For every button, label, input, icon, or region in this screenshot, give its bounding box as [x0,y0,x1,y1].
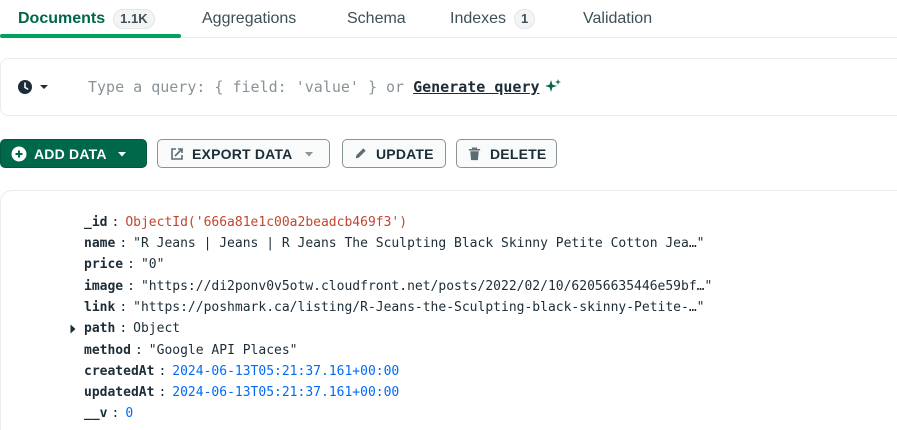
tab-aggregations-label: Aggregations [202,10,297,27]
query-placeholder: Type a query: { field: 'value' } or [88,78,405,96]
query-bar: Type a query: { field: 'value' } or Gene… [0,58,897,116]
delete-label: DELETE [490,145,547,162]
documents-count-badge: 1.1K [113,9,155,29]
field-key: _id [84,214,108,230]
document-field-id: _id: ObjectId('666a81e1c00a2beadcb469f3'… [84,214,408,230]
field-value: ObjectId('666a81e1c00a2beadcb469f3') [125,214,408,230]
chevron-down-icon [117,150,127,158]
field-key: path [84,320,116,336]
field-value: Object [133,320,181,336]
tab-documents[interactable]: Documents 1.1K [18,0,155,38]
add-data-label: ADD DATA [34,145,107,162]
field-value: "Google API Places" [148,342,298,358]
tab-indexes[interactable]: Indexes 1 [450,0,536,38]
query-history-button[interactable] [17,75,49,99]
field-key: __v [84,405,108,421]
document-field-image: image: "https://di2ponv0v5otw.cloudfront… [84,278,713,294]
field-key: price [84,256,124,272]
field-key: method [84,342,131,358]
update-button[interactable]: UPDATE [342,139,446,168]
document-field-name: name: "R Jeans | Jeans | R Jeans The Scu… [84,235,705,251]
plus-circle-icon [11,146,27,162]
tab-schema-label: Schema [347,10,406,27]
tab-indexes-label: Indexes [450,10,507,27]
generate-query-link[interactable]: Generate query [413,78,539,96]
trash-icon [467,146,482,162]
field-value: "https://di2ponv0v5otw.cloudfront.net/po… [140,278,713,294]
field-value: "https://poshmark.ca/listing/R-Jeans-the… [133,299,705,315]
pencil-icon [353,146,368,161]
export-icon [169,146,185,162]
tab-aggregations[interactable]: Aggregations [202,0,296,38]
field-key: updatedAt [84,384,155,400]
chevron-down-icon [39,83,49,91]
sparkle-icon [544,78,562,96]
clock-icon [17,79,33,95]
field-value: 2024-06-13T05:21:37.161+00:00 [172,363,400,379]
document-field-updatedat: updatedAt: 2024-06-13T05:21:37.161+00:00 [84,384,400,400]
document-field-createdat: createdAt: 2024-06-13T05:21:37.161+00:00 [84,363,400,379]
update-label: UPDATE [376,145,434,162]
export-data-label: EXPORT DATA [192,145,293,162]
field-key: name [84,235,116,251]
document-field-v: __v: 0 [84,405,134,421]
field-value: "0" [140,256,165,272]
tab-bar: Documents 1.1K Aggregations Schema Index… [0,0,897,38]
query-input[interactable]: Type a query: { field: 'value' } or Gene… [88,78,562,96]
field-key: createdAt [84,363,155,379]
field-key: link [84,299,116,315]
field-value: 2024-06-13T05:21:37.161+00:00 [172,384,400,400]
active-tab-underline [0,34,181,38]
tab-validation-label: Validation [583,10,653,27]
document-field-path[interactable]: path: Object [84,318,180,338]
field-value: "R Jeans | Jeans | R Jeans The Sculpting… [133,235,705,251]
tab-documents-label: Documents [18,10,106,27]
document-field-method: method: "Google API Places" [84,342,298,358]
field-value: 0 [125,405,134,421]
field-key: image [84,278,124,294]
tab-validation[interactable]: Validation [583,0,652,38]
delete-button[interactable]: DELETE [456,139,557,168]
export-data-button[interactable]: EXPORT DATA [157,139,330,168]
chevron-down-icon [304,150,314,158]
indexes-count-badge: 1 [514,9,536,29]
caret-right-icon[interactable] [68,323,78,335]
document-field-price: price: "0" [84,256,165,272]
tab-schema[interactable]: Schema [347,0,406,38]
document-field-link: link: "https://poshmark.ca/listing/R-Jea… [84,299,705,315]
add-data-button[interactable]: ADD DATA [0,139,147,168]
